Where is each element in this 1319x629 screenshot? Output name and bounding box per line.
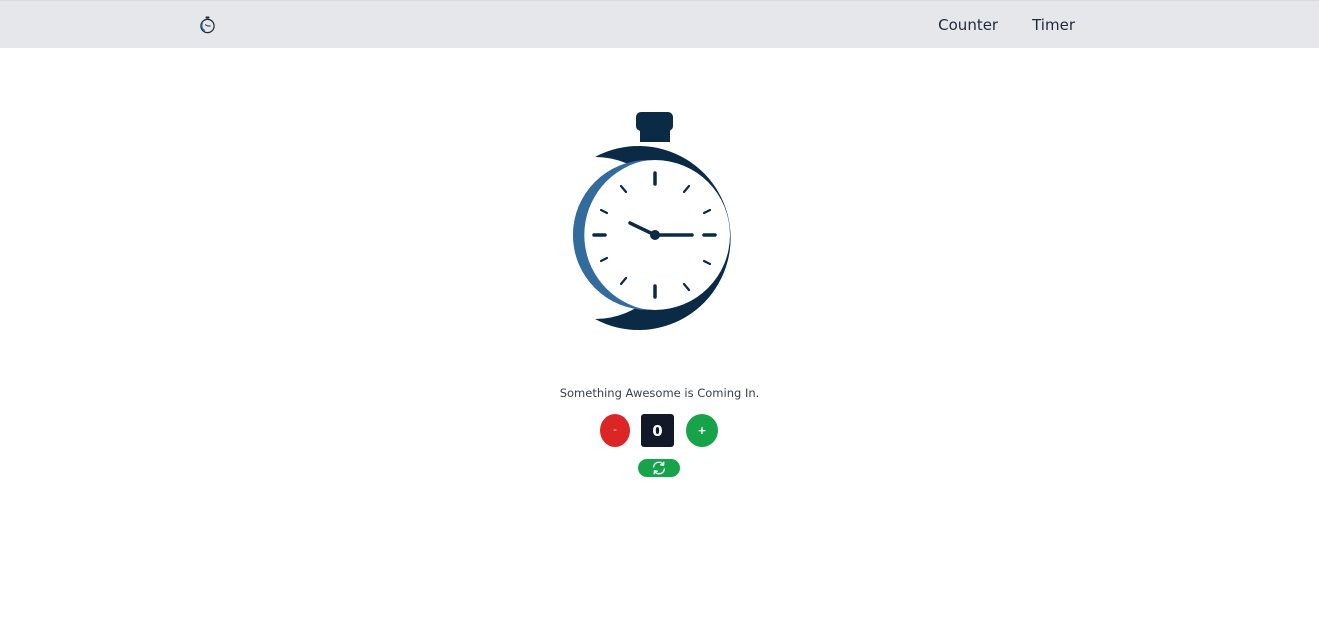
tagline: Something Awesome is Coming In. [559, 386, 760, 400]
nav-link-timer[interactable]: Timer [1032, 16, 1075, 34]
decrement-button[interactable]: - [600, 414, 630, 447]
reset-button[interactable] [638, 459, 680, 477]
nav-links: Counter Timer [938, 1, 1075, 49]
counter-value: 0 [641, 414, 674, 447]
navbar: Counter Timer [0, 0, 1319, 48]
nav-link-counter[interactable]: Counter [938, 16, 998, 34]
stopwatch-icon[interactable] [199, 16, 216, 34]
refresh-icon [651, 461, 667, 475]
increment-button[interactable]: + [686, 414, 718, 447]
stopwatch-illustration [560, 108, 760, 338]
